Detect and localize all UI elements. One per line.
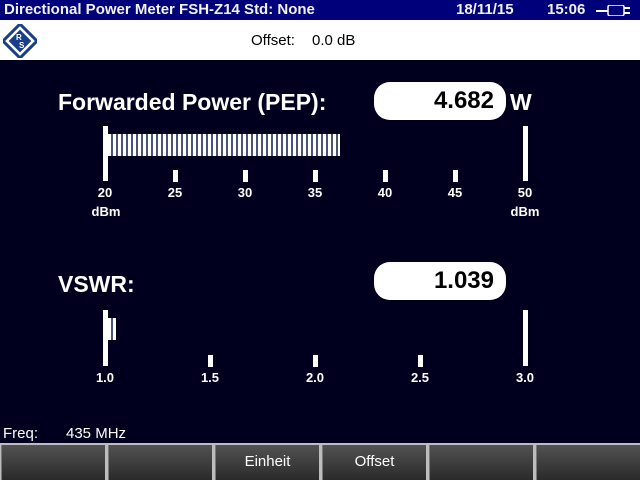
forward-scale-unit-left: dBm bbox=[91, 204, 121, 219]
freq-label: Freq: bbox=[3, 425, 39, 442]
forward-power-label: Forwarded Power (PEP): bbox=[58, 89, 327, 115]
freq-value: 435 MHz bbox=[66, 425, 127, 442]
softkey-2[interactable] bbox=[108, 445, 212, 480]
title-bar: Directional Power Meter FSH-Z14 Std: Non… bbox=[0, 0, 640, 20]
softkey-1[interactable] bbox=[1, 445, 105, 480]
offset-value: 0.0 dB bbox=[312, 32, 356, 49]
rohde-schwarz-logo-icon: R S bbox=[3, 24, 37, 58]
vswr-label: VSWR: bbox=[58, 271, 135, 297]
svg-text:S: S bbox=[19, 41, 25, 50]
forward-power-bar bbox=[108, 134, 341, 156]
vswr-scale-tick-label: 2.5 bbox=[410, 370, 430, 385]
forward-scale-tick-label: 50 bbox=[517, 185, 533, 200]
forward-scale-tick-label: 30 bbox=[237, 185, 253, 200]
forward-scale-tick-label: 25 bbox=[167, 185, 183, 200]
vswr-scale-tick-label: 3.0 bbox=[515, 370, 535, 385]
softkey-6[interactable] bbox=[536, 445, 640, 480]
forward-scale-unit-right: dBm bbox=[510, 204, 540, 219]
forward-scale-tick bbox=[523, 126, 528, 181]
forward-scale-tick-label: 20 bbox=[97, 185, 113, 200]
vswr-scale-tick bbox=[208, 355, 213, 367]
forward-scale-tick bbox=[313, 170, 318, 182]
softkey-5[interactable] bbox=[429, 445, 533, 480]
time-display: 15:06 bbox=[547, 1, 586, 18]
vswr-scale-tick-label: 1.5 bbox=[200, 370, 220, 385]
forward-power-value: 4.682 bbox=[374, 82, 506, 120]
plug-icon bbox=[596, 5, 630, 16]
forward-scale-tick bbox=[383, 170, 388, 182]
forward-scale-tick-label: 40 bbox=[377, 185, 393, 200]
forward-scale-tick-label: 35 bbox=[307, 185, 323, 200]
vswr-scale-tick bbox=[418, 355, 423, 367]
window-title: Directional Power Meter FSH-Z14 Std: Non… bbox=[4, 1, 315, 18]
vswr-scale-tick-label: 2.0 bbox=[305, 370, 325, 385]
forward-scale-tick bbox=[173, 170, 178, 182]
forward-scale-tick-label: 45 bbox=[447, 185, 463, 200]
forward-scale-tick bbox=[453, 170, 458, 182]
vswr-scale-tick bbox=[523, 310, 528, 366]
vswr-bar bbox=[108, 318, 117, 340]
vswr-value: 1.039 bbox=[374, 262, 506, 300]
offset-label: Offset: bbox=[251, 32, 295, 49]
vswr-scale-tick-label: 1.0 bbox=[95, 370, 115, 385]
date-display: 18/11/15 bbox=[456, 1, 514, 18]
softkey-einheit[interactable]: Einheit bbox=[215, 445, 319, 480]
forward-scale-tick bbox=[243, 170, 248, 182]
vswr-scale-tick bbox=[313, 355, 318, 367]
forward-power-unit: W bbox=[510, 89, 532, 115]
softkey-offset[interactable]: Offset bbox=[322, 445, 426, 480]
